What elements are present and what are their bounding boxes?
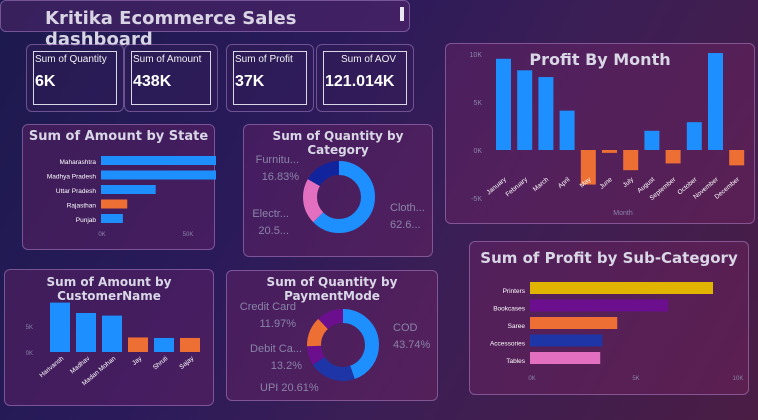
kpi-card-profit[interactable]: Sum of Profit 37K: [226, 44, 314, 112]
profit-by-month-panel[interactable]: Profit By Month 15K10K5K0K-5KJanuaryFebr…: [445, 43, 755, 224]
kpi-label: Sum of Quantity: [35, 54, 107, 65]
data-label: 16.83%: [262, 171, 300, 183]
x-tick-label: Harivansh: [38, 355, 65, 379]
bar: [665, 150, 681, 164]
kpi-card-amount[interactable]: Sum of Amount 438K: [124, 44, 218, 112]
x-axis-title: Month: [613, 210, 633, 217]
bar-label: Uttar Pradesh: [56, 188, 96, 195]
bar: [538, 77, 554, 150]
bar-label: Madhya Pradesh: [47, 174, 97, 181]
x-tick-label: Shruti: [152, 355, 170, 371]
data-label: 43.74%: [393, 339, 431, 351]
y-tick-label: 10K: [470, 52, 483, 59]
x-tick-label: 10K: [733, 376, 744, 382]
data-label: Cloth...: [390, 202, 425, 214]
bar: [644, 130, 660, 150]
kpi-card-aov[interactable]: Sum of AOV 121.014K: [316, 44, 414, 112]
x-tick-label: 50K: [183, 232, 194, 238]
bar: [602, 150, 617, 153]
data-label: 62.6...: [390, 219, 421, 231]
bar-label: Accessories: [490, 341, 526, 348]
bar: [101, 199, 128, 209]
data-label: 13.2%: [271, 360, 302, 372]
bar: [50, 302, 70, 352]
x-tick-label: 0K: [98, 232, 105, 238]
quantity-by-paymentmode-panel[interactable]: Sum of Quantity by PaymentMode COD 43.74%…: [226, 270, 438, 401]
amount-by-state-chart: Maharashtra Madhya Pradesh Uttar Pradesh Ra…: [47, 156, 216, 238]
bar: [101, 185, 156, 194]
bar: [154, 337, 174, 352]
bar: [530, 299, 669, 312]
y-tick-label: 0K: [473, 148, 482, 155]
amount-by-customer-chart: 5K0KHarivansh MadhavMadan Mohan Jay Shruti S…: [26, 302, 200, 387]
amount-by-customer-panel[interactable]: Sum of Amount by CustomerName 5K 0K Hariva…: [4, 269, 214, 406]
bar-label: Printers: [503, 288, 526, 295]
bar: [729, 150, 745, 166]
y-tick-label: -5K: [471, 196, 482, 203]
bar: [101, 156, 216, 165]
x-tick-label: April: [557, 176, 572, 190]
data-label: Credit Card: [240, 301, 296, 313]
bar-label: Tables: [506, 358, 526, 365]
bar: [180, 337, 200, 352]
y-tick-label: 5K: [473, 100, 482, 107]
x-tick-label: Madhav: [69, 355, 92, 376]
bar: [559, 110, 575, 150]
bar: [101, 170, 216, 180]
bar: [530, 334, 603, 347]
dashboard-title-bar: Kritika Ecommerce Sales dashboard: [0, 0, 410, 50]
kpi-value: 121.014K: [325, 73, 395, 90]
bar: [708, 53, 723, 150]
quantity-by-category-chart: Cloth... 62.6... Electr... 20.5... Furnitu..…: [252, 154, 425, 237]
profit-by-month-chart: 15K10K5K0K-5KJanuaryFebruaryMarchAprilMa…: [470, 52, 745, 217]
bar: [623, 150, 639, 171]
kpi-label: Sum of Profit: [235, 54, 293, 65]
data-label: Furnitu...: [256, 154, 299, 166]
data-label: 11.97%: [260, 318, 297, 330]
y-tick-label: 0K: [26, 351, 33, 357]
bar-label: Punjab: [76, 217, 97, 224]
kpi-card-quantity[interactable]: Sum of Quantity 6K: [26, 44, 124, 112]
bar-label: Rajasthan: [67, 203, 97, 210]
profit-by-subcategory-chart: Printers Bookcases Saree Accessories Tables 0…: [490, 282, 744, 382]
bar: [128, 337, 148, 352]
data-label: UPI 20.61%: [260, 382, 319, 394]
bar: [686, 122, 702, 150]
kpi-value: 37K: [235, 73, 265, 90]
amount-by-state-panel[interactable]: Sum of Amount by State Maharashtra Madhya…: [22, 124, 216, 250]
x-tick-label: February: [505, 176, 530, 199]
bar: [530, 282, 714, 294]
bar: [496, 58, 511, 150]
bar: [102, 315, 122, 352]
data-label: 20.5...: [258, 225, 289, 237]
data-label: Debit Ca...: [250, 343, 302, 355]
profit-by-subcategory-panel[interactable]: Sum of Profit by Sub-Category Printers Bo…: [469, 241, 749, 395]
quantity-by-category-panel[interactable]: Sum of Quantity by Category Cloth... 62.6…: [243, 124, 433, 257]
x-tick-label: March: [532, 176, 551, 193]
x-tick-label: 0K: [528, 376, 535, 382]
x-tick-label: Jay: [131, 355, 144, 367]
bar: [530, 352, 601, 364]
bar: [101, 214, 123, 223]
x-tick-label: 5K: [632, 376, 639, 382]
bar-label: Bookcases: [493, 306, 526, 313]
bar: [76, 313, 96, 352]
cursor-icon: [400, 7, 404, 21]
kpi-value: 6K: [35, 73, 56, 90]
bar-label: Maharashtra: [60, 159, 97, 166]
x-tick-label: July: [622, 176, 636, 189]
quantity-by-paymentmode-chart: COD 43.74% UPI 20.61% Debit Ca... 13.2% Credi…: [240, 301, 431, 394]
bar-label: Saree: [508, 323, 526, 330]
data-label: COD: [393, 322, 418, 334]
bar: [517, 70, 533, 150]
y-tick-label: 5K: [26, 325, 33, 331]
data-label: Electr...: [252, 208, 289, 220]
kpi-label: Sum of AOV: [341, 54, 397, 65]
x-tick-label: Sajay: [178, 355, 196, 371]
kpi-value: 438K: [133, 73, 172, 90]
bar: [530, 317, 618, 329]
kpi-label: Sum of Amount: [133, 54, 202, 65]
x-tick-label: June: [598, 176, 614, 191]
